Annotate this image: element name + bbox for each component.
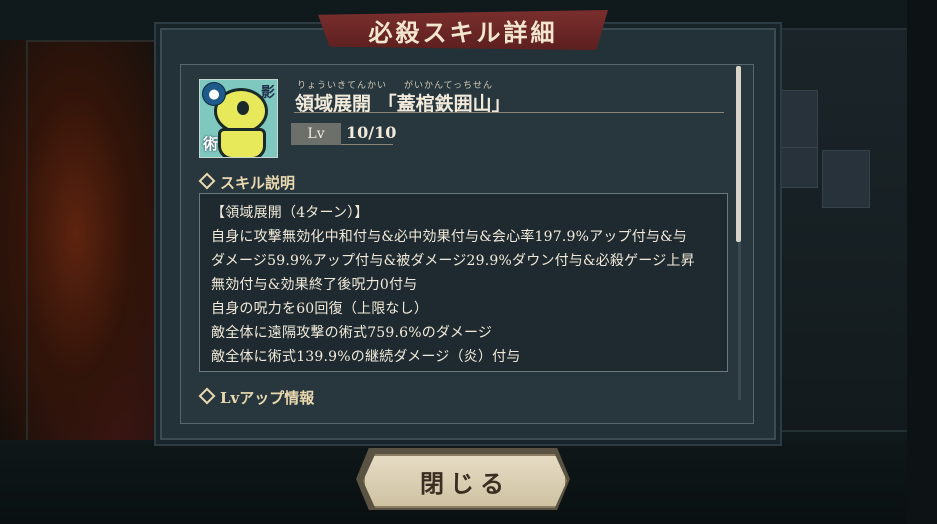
background-right-panel <box>760 28 914 432</box>
skill-icon: ● 影 術 <box>199 79 278 158</box>
description-line: ダメージ59.9%アップ付与&被ダメージ29.9%ダウン付与&必殺ゲージ上昇 <box>211 253 695 269</box>
close-button[interactable]: 閉じる <box>363 454 567 508</box>
description-line: 【領域展開（4ターン）】 <box>211 205 369 221</box>
description-line: 自身に攻撃無効化中和付与&必中効果付与&会心率197.9%アップ付与&与 <box>211 229 687 245</box>
background-card <box>822 150 870 208</box>
background-frame <box>26 40 180 484</box>
diamond-icon <box>198 387 216 405</box>
skill-type-tag: 影 <box>261 85 275 101</box>
diamond-icon <box>198 172 216 190</box>
skill-description-box: 【領域展開（4ターン）】 自身に攻撃無効化中和付与&必中効果付与&会心率197.… <box>199 193 728 372</box>
dialog-title: 必殺スキル詳細 <box>368 17 558 47</box>
dialog-title-plate: 必殺スキル詳細 <box>318 10 608 50</box>
description-line: 敵全体に術式139.9%の継続ダメージ（炎）付与 <box>211 349 521 365</box>
level-value: 10/10 <box>346 123 397 142</box>
description-line: 無効付与&効果終了後呪力0付与 <box>211 277 418 293</box>
description-line: 敵全体に遠隔攻撃の術式759.6%のダメージ <box>211 325 493 341</box>
hand-sign-icon <box>218 128 266 157</box>
skill-category-tag: 術 <box>203 135 219 153</box>
close-button-label: 閉じる <box>420 468 510 498</box>
scrollbar-thumb[interactable] <box>736 66 741 242</box>
background-card <box>770 90 818 148</box>
description-heading: スキル説明 <box>198 172 295 193</box>
level-label: Lv <box>291 123 341 145</box>
divider <box>341 144 393 145</box>
lvup-heading: Lvアップ情報 <box>198 387 314 408</box>
description-line: 自身の呪力を60回復（上限なし） <box>211 301 429 317</box>
background-edge <box>907 0 937 524</box>
element-badge-icon: ● <box>202 82 226 106</box>
divider <box>294 112 724 113</box>
